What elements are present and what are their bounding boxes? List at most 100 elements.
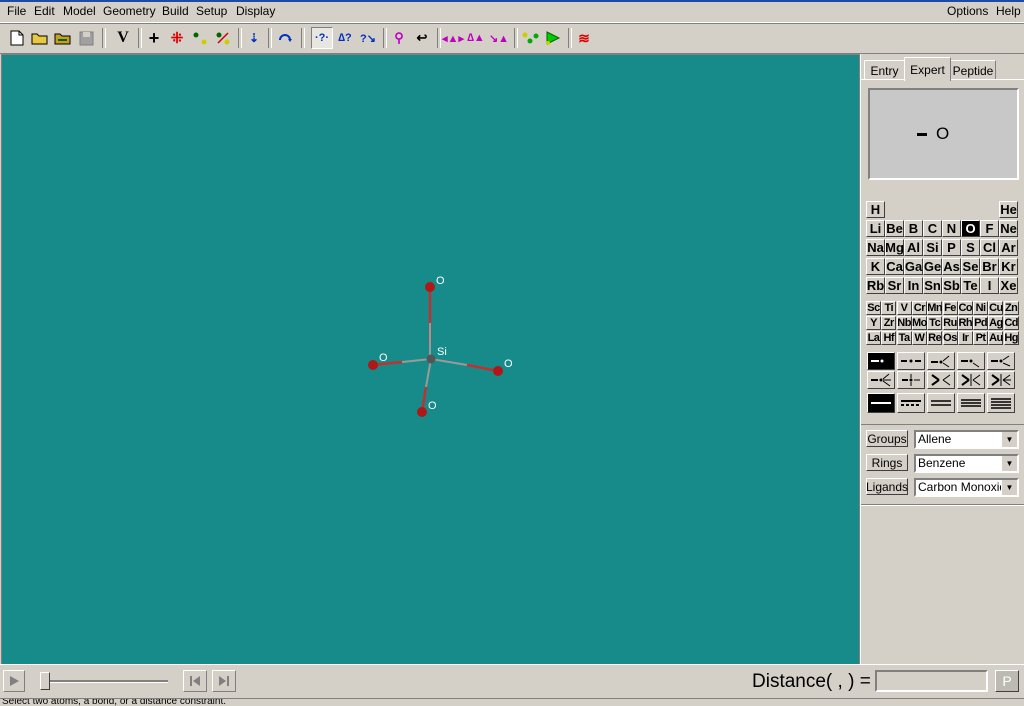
bond-double-button[interactable] xyxy=(927,393,955,413)
element-b[interactable]: B xyxy=(904,220,923,237)
ligands-button[interactable]: Ligands xyxy=(866,478,908,495)
element-se[interactable]: Se xyxy=(961,258,980,275)
element-hg[interactable]: Hg xyxy=(1003,331,1019,345)
menu-display[interactable]: Display xyxy=(234,4,277,18)
make-bond-icon[interactable] xyxy=(189,27,211,49)
element-la[interactable]: La xyxy=(866,331,881,345)
open-recent-icon[interactable] xyxy=(52,27,74,49)
element-p[interactable]: P xyxy=(942,239,961,256)
animation-slider-track[interactable] xyxy=(40,680,168,683)
geometry-2-linear[interactable] xyxy=(897,352,925,370)
molecule-viewport[interactable]: O O O O Si xyxy=(1,54,860,665)
geometry-7-square-planar[interactable] xyxy=(897,371,925,389)
element-ti[interactable]: Ti xyxy=(881,301,897,315)
geometry-6-trigonal-bipyramid[interactable] xyxy=(867,371,895,389)
save-icon[interactable] xyxy=(75,27,97,49)
element-nb[interactable]: Nb xyxy=(896,316,912,330)
element-sb[interactable]: Sb xyxy=(942,277,961,294)
menu-geometry[interactable]: Geometry xyxy=(101,4,158,18)
delete-icon[interactable]: ⁜ xyxy=(166,27,188,49)
element-fe[interactable]: Fe xyxy=(942,301,958,315)
new-file-icon[interactable] xyxy=(6,27,28,49)
menu-setup[interactable]: Setup xyxy=(194,4,229,18)
chevron-down-icon[interactable]: ▼ xyxy=(1001,456,1017,471)
element-au[interactable]: Au xyxy=(988,331,1004,345)
minimize-icon[interactable]: ⇣ xyxy=(243,27,265,49)
element-cl[interactable]: Cl xyxy=(980,239,999,256)
element-si[interactable]: Si xyxy=(923,239,942,256)
element-na[interactable]: Na xyxy=(866,239,885,256)
element-ne[interactable]: Ne xyxy=(999,220,1018,237)
element-ar[interactable]: Ar xyxy=(999,239,1018,256)
element-li[interactable]: Li xyxy=(866,220,885,237)
element-sr[interactable]: Sr xyxy=(885,277,904,294)
open-folder-icon[interactable] xyxy=(29,27,51,49)
element-xe[interactable]: Xe xyxy=(999,277,1018,294)
surface-icon[interactable]: ≋ xyxy=(573,27,595,49)
bond-triple-button[interactable] xyxy=(957,393,985,413)
measure-angle-icon[interactable]: ∆▲ xyxy=(465,27,487,49)
element-te[interactable]: Te xyxy=(961,277,980,294)
element-be[interactable]: Be xyxy=(885,220,904,237)
element-rb[interactable]: Rb xyxy=(866,277,885,294)
geometry-3-trigonal[interactable] xyxy=(927,352,955,370)
geometry-10-octahedral[interactable] xyxy=(987,371,1015,389)
element-pd[interactable]: Pd xyxy=(973,316,989,330)
element-ru[interactable]: Ru xyxy=(942,316,958,330)
element-as[interactable]: As xyxy=(942,258,961,275)
chevron-down-icon[interactable]: ▼ xyxy=(1001,480,1017,495)
element-ir[interactable]: Ir xyxy=(957,331,973,345)
element-cd[interactable]: Cd xyxy=(1003,316,1019,330)
element-mo[interactable]: Mo xyxy=(911,316,927,330)
element-al[interactable]: Al xyxy=(904,239,923,256)
undo-icon[interactable]: ↩ xyxy=(411,27,433,49)
query-atom-icon[interactable]: ·?· xyxy=(311,27,333,49)
element-zr[interactable]: Zr xyxy=(881,316,897,330)
geometry-5-tetrahedral[interactable] xyxy=(987,352,1015,370)
rings-select[interactable]: Benzene ▼ xyxy=(914,454,1019,473)
element-k[interactable]: K xyxy=(866,258,885,275)
menu-help[interactable]: Help xyxy=(994,4,1023,18)
ligands-select[interactable]: Carbon Monoxide ▼ xyxy=(914,478,1019,497)
element-ca[interactable]: Ca xyxy=(885,258,904,275)
element-pt[interactable]: Pt xyxy=(973,331,989,345)
distance-value-field[interactable] xyxy=(875,670,988,692)
bond-partial-double-button[interactable] xyxy=(897,393,925,413)
constrain-icon[interactable] xyxy=(519,27,541,49)
bond-quadruple-button[interactable] xyxy=(987,393,1015,413)
element-br[interactable]: Br xyxy=(980,258,999,275)
element-ge[interactable]: Ge xyxy=(923,258,942,275)
add-fragment-icon[interactable]: + xyxy=(143,27,165,49)
menu-options[interactable]: Options xyxy=(945,4,990,18)
chevron-down-icon[interactable]: ▼ xyxy=(1001,432,1017,447)
element-c[interactable]: C xyxy=(923,220,942,237)
menu-file[interactable]: File xyxy=(5,4,28,18)
play-button[interactable] xyxy=(3,670,25,692)
element-co[interactable]: Co xyxy=(957,301,973,315)
step-back-button[interactable] xyxy=(183,670,207,692)
element-sc[interactable]: Sc xyxy=(866,301,881,315)
element-ag[interactable]: Ag xyxy=(988,316,1004,330)
query-angle-icon[interactable]: ∆? xyxy=(334,27,356,49)
element-w[interactable]: W xyxy=(911,331,927,345)
groups-select[interactable]: Allene ▼ xyxy=(914,430,1019,449)
menu-build[interactable]: Build xyxy=(160,4,191,18)
element-mg[interactable]: Mg xyxy=(885,239,904,256)
element-os[interactable]: Os xyxy=(942,331,958,345)
tab-entry[interactable]: Entry xyxy=(864,60,905,80)
element-o[interactable]: O xyxy=(961,220,980,237)
element-he[interactable]: He xyxy=(999,201,1018,218)
geometry-8-seesaw[interactable] xyxy=(927,371,955,389)
rotate-icon[interactable] xyxy=(274,27,296,49)
animation-slider-thumb[interactable] xyxy=(40,672,50,690)
groups-button[interactable]: Groups xyxy=(866,430,908,447)
calculate-icon[interactable] xyxy=(542,27,564,49)
element-rh[interactable]: Rh xyxy=(957,316,973,330)
element-ga[interactable]: Ga xyxy=(904,258,923,275)
tab-expert[interactable]: Expert xyxy=(904,57,951,81)
element-sn[interactable]: Sn xyxy=(923,277,942,294)
break-bond-icon[interactable] xyxy=(212,27,234,49)
element-tc[interactable]: Tc xyxy=(927,316,943,330)
measure-distance-icon[interactable]: ◂▲▸ xyxy=(442,27,464,49)
bond-single-button[interactable] xyxy=(867,393,895,413)
